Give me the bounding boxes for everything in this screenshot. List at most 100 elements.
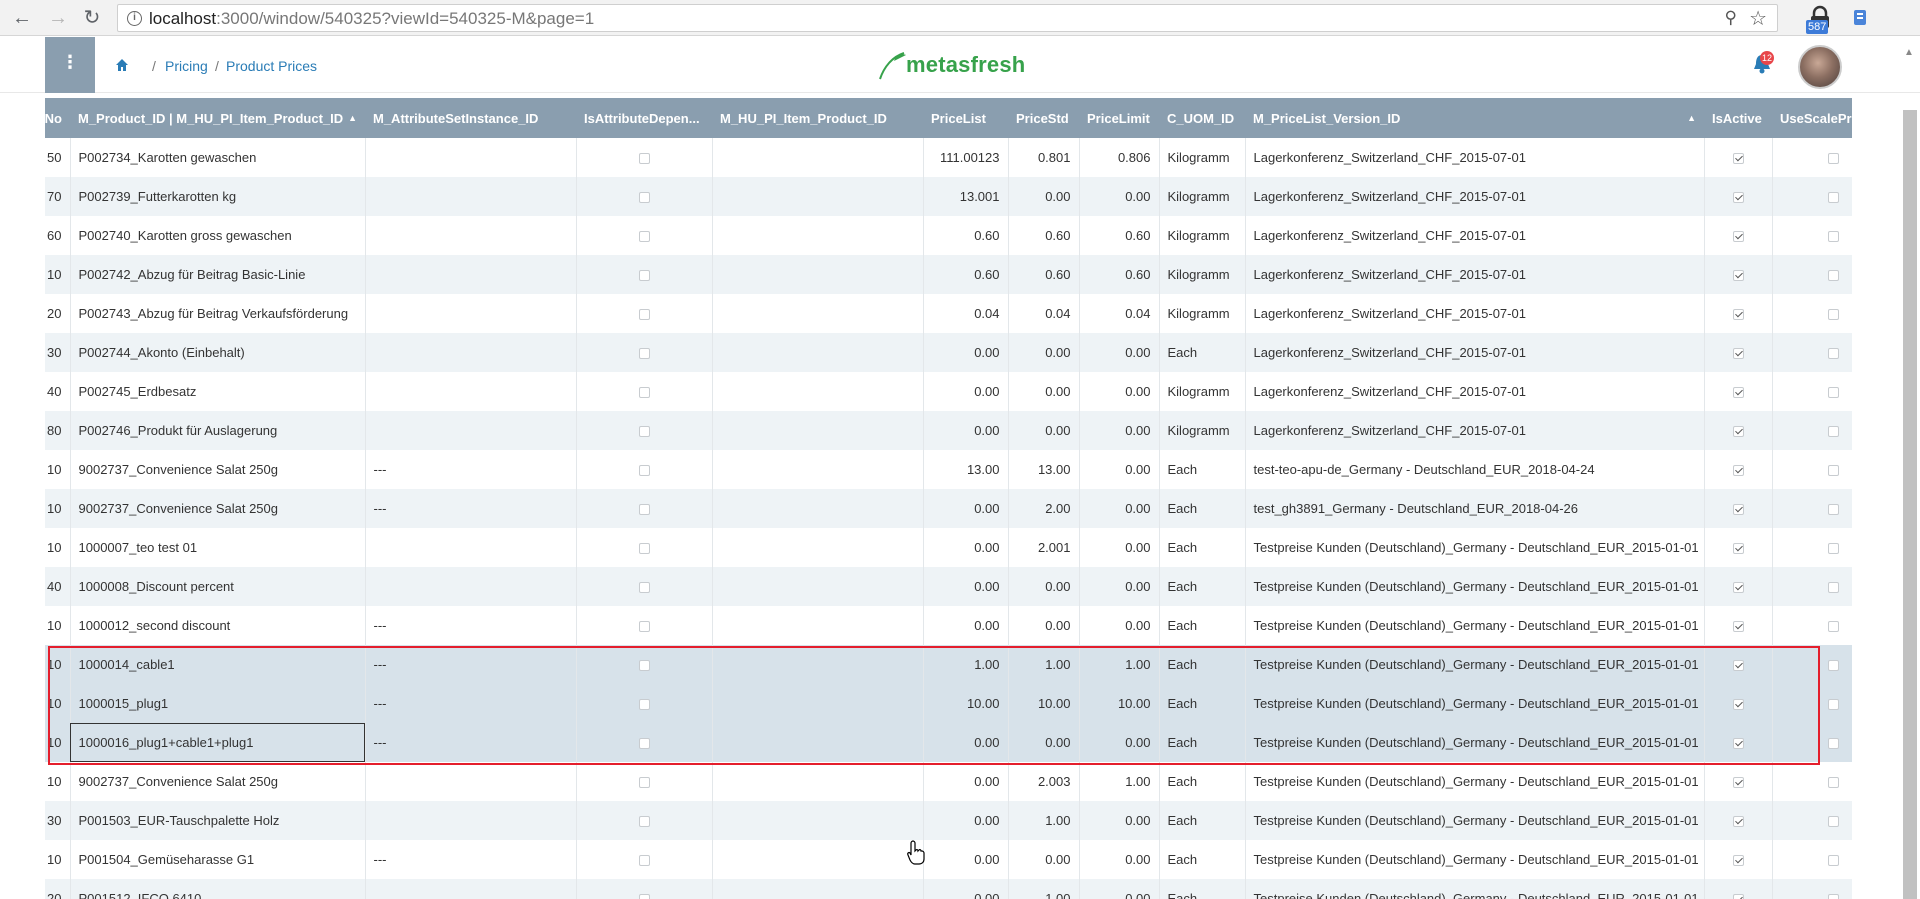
cell-no[interactable]: 10 bbox=[45, 762, 71, 801]
cell-isactive[interactable] bbox=[1704, 879, 1773, 899]
cell-uom[interactable]: Each bbox=[1159, 723, 1246, 762]
cell-pricestd[interactable]: 0.00 bbox=[1008, 372, 1080, 411]
cell-usescaleprice[interactable] bbox=[1772, 801, 1852, 840]
cell-pricestd[interactable]: 10.00 bbox=[1008, 684, 1080, 723]
cell-isattributedependant[interactable] bbox=[576, 255, 713, 294]
cell-uom[interactable]: Kilogramm bbox=[1159, 255, 1246, 294]
cell-isactive[interactable] bbox=[1704, 177, 1773, 216]
cell-isattributedependant[interactable] bbox=[576, 294, 713, 333]
cell-pricelist-version[interactable]: Testpreise Kunden (Deutschland)_Germany … bbox=[1245, 567, 1705, 606]
col-header-product[interactable]: M_Product_ID | M_HU_PI_Item_Product_ID ▲ bbox=[70, 98, 365, 138]
cell-product[interactable]: P002745_Erdbesatz bbox=[70, 372, 366, 411]
cell-pricelimit[interactable]: 0.60 bbox=[1079, 255, 1160, 294]
cell-isattributedependant[interactable] bbox=[576, 840, 713, 879]
cell-usescaleprice[interactable] bbox=[1772, 567, 1852, 606]
cell-usescaleprice[interactable] bbox=[1772, 333, 1852, 372]
cell-no[interactable]: 10 bbox=[45, 450, 71, 489]
sort-asc-icon[interactable]: ▲ bbox=[1687, 113, 1696, 123]
cell-usescaleprice[interactable] bbox=[1772, 138, 1852, 177]
cell-uom[interactable]: Kilogramm bbox=[1159, 138, 1246, 177]
col-header-pricestd[interactable]: PriceStd bbox=[1008, 98, 1079, 138]
info-icon[interactable]: i bbox=[127, 11, 142, 26]
cell-isactive[interactable] bbox=[1704, 762, 1773, 801]
cell-hu-pi-item-product[interactable] bbox=[712, 684, 924, 723]
cell-product[interactable]: P002744_Akonto (Einbehalt) bbox=[70, 333, 366, 372]
cell-isactive[interactable] bbox=[1704, 372, 1773, 411]
table-row[interactable]: 10 1000014_cable1 --- 1.00 1.00 1.00 Each Testp… bbox=[45, 645, 1852, 684]
cell-usescaleprice[interactable] bbox=[1772, 879, 1852, 899]
table-row[interactable]: 20 P001512_IFCO 6410 0.00 1.00 0.00 Each Testp… bbox=[45, 879, 1852, 899]
cell-pricelimit[interactable]: 0.00 bbox=[1079, 801, 1160, 840]
cell-isactive[interactable] bbox=[1704, 801, 1773, 840]
cell-pricelist[interactable]: 0.00 bbox=[923, 840, 1009, 879]
col-header-no[interactable]: No bbox=[45, 98, 70, 138]
table-row[interactable]: 10 9002737_Convenience Salat 250g 0.00 2.00… bbox=[45, 762, 1852, 801]
table-row[interactable]: 10 9002737_Convenience Salat 250g --- 0.00 2… bbox=[45, 489, 1852, 528]
cell-product[interactable]: P002746_Produkt für Auslagerung bbox=[70, 411, 366, 450]
cell-pricestd[interactable]: 13.00 bbox=[1008, 450, 1080, 489]
cell-hu-pi-item-product[interactable] bbox=[712, 411, 924, 450]
cell-isattributedependant[interactable] bbox=[576, 567, 713, 606]
col-header-pricelist[interactable]: PriceList bbox=[923, 98, 1008, 138]
cell-hu-pi-item-product[interactable] bbox=[712, 879, 924, 899]
cell-pricelist-version[interactable]: Lagerkonferenz_Switzerland_CHF_2015-07-0… bbox=[1245, 294, 1705, 333]
scroll-up-arrow-icon[interactable]: ▲ bbox=[1904, 47, 1914, 58]
table-row[interactable]: 10 1000012_second discount --- 0.00 0.00 0.00… bbox=[45, 606, 1852, 645]
cell-pricelimit[interactable]: 1.00 bbox=[1079, 762, 1160, 801]
extension-stack-icon[interactable] bbox=[1848, 5, 1872, 31]
cell-pricestd[interactable]: 0.00 bbox=[1008, 333, 1080, 372]
cell-pricelist-version[interactable]: Lagerkonferenz_Switzerland_CHF_2015-07-0… bbox=[1245, 411, 1705, 450]
table-row[interactable]: 10 1000016_plug1+cable1+plug1 --- 0.00 0.00 0… bbox=[45, 723, 1852, 762]
cell-attributesetinstance[interactable] bbox=[365, 567, 577, 606]
cell-isactive[interactable] bbox=[1704, 684, 1773, 723]
table-row[interactable]: 60 P002740_Karotten gross gewaschen 0.60 0.… bbox=[45, 216, 1852, 255]
cell-isactive[interactable] bbox=[1704, 333, 1773, 372]
cell-pricelist-version[interactable]: Testpreise Kunden (Deutschland)_Germany … bbox=[1245, 684, 1705, 723]
cell-pricelist-version[interactable]: test_gh3891_Germany - Deutschland_EUR_20… bbox=[1245, 489, 1705, 528]
cell-product[interactable]: 1000015_plug1 bbox=[70, 684, 366, 723]
cell-hu-pi-item-product[interactable] bbox=[712, 840, 924, 879]
cell-usescaleprice[interactable] bbox=[1772, 528, 1852, 567]
cell-pricestd[interactable]: 1.00 bbox=[1008, 645, 1080, 684]
cell-pricelimit[interactable]: 0.60 bbox=[1079, 216, 1160, 255]
cell-attributesetinstance[interactable] bbox=[365, 372, 577, 411]
cell-no[interactable]: 10 bbox=[45, 528, 71, 567]
cell-attributesetinstance[interactable] bbox=[365, 255, 577, 294]
cell-hu-pi-item-product[interactable] bbox=[712, 333, 924, 372]
cell-pricelimit[interactable]: 0.00 bbox=[1079, 333, 1160, 372]
cell-pricelist[interactable]: 0.00 bbox=[923, 762, 1009, 801]
cell-hu-pi-item-product[interactable] bbox=[712, 567, 924, 606]
cell-pricestd[interactable]: 0.00 bbox=[1008, 723, 1080, 762]
cell-isattributedependant[interactable] bbox=[576, 333, 713, 372]
cell-attributesetinstance[interactable]: --- bbox=[365, 840, 577, 879]
cell-isattributedependant[interactable] bbox=[576, 762, 713, 801]
cell-pricelist[interactable]: 0.00 bbox=[923, 801, 1009, 840]
cell-pricelist-version[interactable]: Testpreise Kunden (Deutschland)_Germany … bbox=[1245, 528, 1705, 567]
cell-usescaleprice[interactable] bbox=[1772, 450, 1852, 489]
cell-pricelist-version[interactable]: test-teo-apu-de_Germany - Deutschland_EU… bbox=[1245, 450, 1705, 489]
cell-pricelist[interactable]: 1.00 bbox=[923, 645, 1009, 684]
cell-isattributedependant[interactable] bbox=[576, 372, 713, 411]
cell-product[interactable]: 9002737_Convenience Salat 250g bbox=[70, 450, 366, 489]
cell-hu-pi-item-product[interactable] bbox=[712, 489, 924, 528]
cell-usescaleprice[interactable] bbox=[1772, 372, 1852, 411]
cell-isattributedependant[interactable] bbox=[576, 138, 713, 177]
cell-isactive[interactable] bbox=[1704, 294, 1773, 333]
cell-pricelist[interactable]: 0.00 bbox=[923, 372, 1009, 411]
cell-product[interactable]: P002739_Futterkarotten kg bbox=[70, 177, 366, 216]
cell-pricelimit[interactable]: 0.00 bbox=[1079, 567, 1160, 606]
cell-pricestd[interactable]: 0.00 bbox=[1008, 411, 1080, 450]
cell-usescaleprice[interactable] bbox=[1772, 216, 1852, 255]
col-header-attributesetinstance[interactable]: M_AttributeSetInstance_ID bbox=[365, 98, 576, 138]
cell-no[interactable]: 10 bbox=[45, 840, 71, 879]
cell-pricestd[interactable]: 2.001 bbox=[1008, 528, 1080, 567]
cell-pricelimit[interactable]: 0.00 bbox=[1079, 411, 1160, 450]
cell-no[interactable]: 20 bbox=[45, 879, 71, 899]
cell-pricestd[interactable]: 0.00 bbox=[1008, 567, 1080, 606]
table-row[interactable]: 30 P001503_EUR-Tauschpalette Holz 0.00 1.00… bbox=[45, 801, 1852, 840]
cell-product[interactable]: 1000012_second discount bbox=[70, 606, 366, 645]
cell-pricelist-version[interactable]: Lagerkonferenz_Switzerland_CHF_2015-07-0… bbox=[1245, 216, 1705, 255]
cell-isattributedependant[interactable] bbox=[576, 801, 713, 840]
cell-usescaleprice[interactable] bbox=[1772, 294, 1852, 333]
cell-attributesetinstance[interactable] bbox=[365, 879, 577, 899]
